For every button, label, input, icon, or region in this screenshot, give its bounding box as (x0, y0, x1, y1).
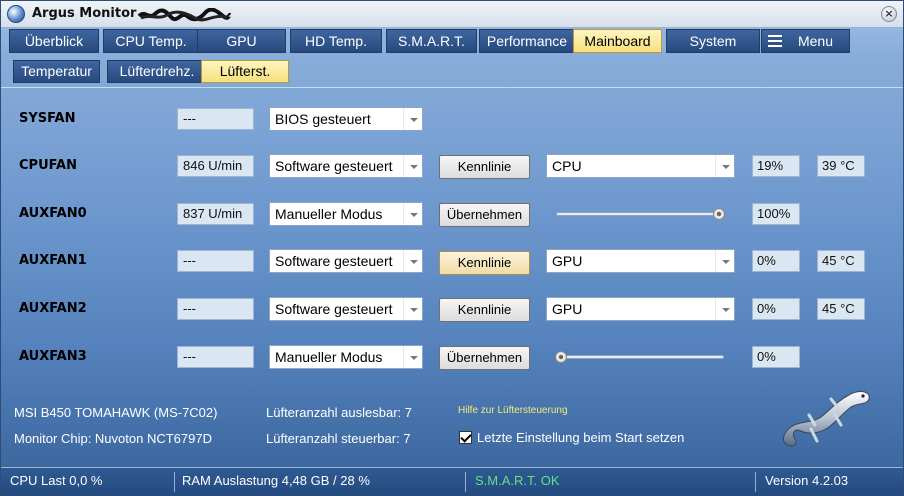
rpm-readout-sysfan: --- (177, 108, 254, 130)
status-divider (465, 472, 466, 492)
fan-label-sysfan: SYSFAN (19, 111, 76, 126)
fan-label-cpufan: CPUFAN (19, 158, 77, 173)
mode-select-sysfan[interactable]: BIOS gesteuert (269, 107, 423, 131)
status-smart-ok: S.M.A.R.T. OK (475, 473, 560, 488)
mode-value-auxfan1: Software gesteuert (275, 253, 393, 269)
tab-mainboard[interactable]: Mainboard (573, 29, 662, 53)
slider-thumb[interactable] (555, 351, 567, 363)
percent-readout-auxfan0: 100% (752, 203, 800, 225)
manual-slider-auxfan0[interactable] (554, 202, 726, 226)
status-divider (755, 472, 756, 492)
close-window-button[interactable]: × (881, 6, 897, 22)
mode-select-cpufan[interactable]: Software gesteuert (269, 154, 423, 178)
chevron-down-icon (715, 250, 734, 272)
fan-control-help-link[interactable]: Hilfe zur Lüftersteuerung (458, 405, 568, 416)
source-value-cpufan: CPU (552, 158, 582, 174)
chevron-down-icon (403, 108, 422, 130)
percent-readout-auxfan2: 0% (752, 298, 800, 320)
percent-readout-auxfan3: 0% (752, 346, 800, 368)
manual-slider-auxfan3[interactable] (554, 345, 726, 369)
tab-gpu[interactable]: GPU (197, 29, 286, 53)
source-select-cpufan[interactable]: CPU (546, 154, 735, 178)
fan-label-auxfan2: AUXFAN2 (19, 301, 87, 316)
fans-readable-count: Lüfteranzahl auslesbar: 7 (266, 405, 412, 420)
mode-select-auxfan1[interactable]: Software gesteuert (269, 249, 423, 273)
curve-button-cpufan[interactable]: Kennlinie (439, 155, 530, 179)
rpm-readout-auxfan0: 837 U/min (177, 203, 254, 225)
subtab-temperatur[interactable]: Temperatur (13, 60, 100, 83)
mode-value-auxfan2: Software gesteuert (275, 301, 393, 317)
title-bar: Argus Monitor - × (1, 1, 903, 28)
status-version: Version 4.2.03 (765, 473, 849, 488)
slider-track (556, 212, 724, 216)
source-select-auxfan2[interactable]: GPU (546, 297, 735, 321)
apply-button-auxfan3[interactable]: Übernehmen (439, 346, 530, 370)
curve-button-auxfan2[interactable]: Kennlinie (439, 298, 530, 322)
percent-readout-auxfan1: 0% (752, 250, 800, 272)
slider-track (556, 355, 724, 359)
redacted-scribble (137, 8, 231, 22)
argus-monitor-window: Argus Monitor - × Überblick CPU Temp. GP… (0, 0, 904, 496)
subtab-luefterdrehz[interactable]: Lüfterdrehz. (107, 60, 207, 83)
lizard-logo-icon (782, 391, 870, 447)
percent-readout-cpufan: 19% (752, 155, 800, 177)
chevron-down-icon (403, 155, 422, 177)
tab-system[interactable]: System (666, 29, 760, 53)
mode-value-cpufan: Software gesteuert (275, 158, 393, 174)
restore-on-start-checkbox[interactable] (459, 431, 472, 444)
slider-thumb[interactable] (713, 208, 725, 220)
temp-readout-auxfan1: 45 °C (817, 250, 865, 272)
divider (1, 87, 903, 88)
tab-hd-temp[interactable]: HD Temp. (290, 29, 382, 53)
tab-menu[interactable]: Menu (761, 29, 850, 53)
rpm-readout-auxfan1: --- (177, 250, 254, 272)
tab-menu-label: Menu (797, 33, 834, 49)
mode-value-auxfan3: Manueller Modus (275, 349, 383, 365)
rpm-readout-cpufan: 846 U/min (177, 155, 254, 177)
source-value-auxfan1: GPU (552, 253, 583, 269)
rpm-readout-auxfan3: --- (177, 346, 254, 368)
fan-label-auxfan3: AUXFAN3 (19, 349, 87, 364)
restore-on-start-label[interactable]: Letzte Einstellung beim Start setzen (477, 430, 684, 445)
chevron-down-icon (403, 203, 422, 225)
subtab-luefterst[interactable]: Lüfterst. (201, 60, 289, 83)
temp-readout-cpufan: 39 °C (817, 155, 865, 177)
tab-ueberblick[interactable]: Überblick (9, 29, 99, 53)
app-title: Argus Monitor - (32, 6, 147, 21)
chevron-down-icon (403, 346, 422, 368)
source-value-auxfan2: GPU (552, 301, 583, 317)
mode-value-auxfan0: Manueller Modus (275, 206, 383, 222)
mode-value-sysfan: BIOS gesteuert (275, 111, 371, 127)
tab-cpu-temp[interactable]: CPU Temp. (103, 29, 199, 53)
chevron-down-icon (403, 250, 422, 272)
monitor-chip: Monitor Chip: Nuvoton NCT6797D (14, 431, 212, 446)
fan-label-auxfan1: AUXFAN1 (19, 253, 87, 268)
board-name: MSI B450 TOMAHAWK (MS-7C02) (14, 405, 218, 420)
curve-button-auxfan1[interactable]: Kennlinie (439, 251, 530, 275)
status-bar: CPU Last 0,0 % RAM Auslastung 4,48 GB / … (1, 467, 903, 495)
fan-label-auxfan0: AUXFAN0 (19, 206, 87, 221)
mode-select-auxfan3[interactable]: Manueller Modus (269, 345, 423, 369)
hamburger-icon (768, 35, 782, 47)
app-globe-icon (7, 5, 25, 23)
status-ram-usage: RAM Auslastung 4,48 GB / 28 % (182, 473, 370, 488)
source-select-auxfan1[interactable]: GPU (546, 249, 735, 273)
rpm-readout-auxfan2: --- (177, 298, 254, 320)
mode-select-auxfan2[interactable]: Software gesteuert (269, 297, 423, 321)
chevron-down-icon (403, 298, 422, 320)
apply-button-auxfan0[interactable]: Übernehmen (439, 203, 530, 227)
chevron-down-icon (715, 298, 734, 320)
status-divider (174, 472, 175, 492)
chevron-down-icon (715, 155, 734, 177)
tab-smart[interactable]: S.M.A.R.T. (386, 29, 477, 53)
fans-controllable-count: Lüfteranzahl steuerbar: 7 (266, 431, 411, 446)
tab-performance[interactable]: Performance (479, 29, 575, 53)
status-cpu-load: CPU Last 0,0 % (10, 473, 103, 488)
mode-select-auxfan0[interactable]: Manueller Modus (269, 202, 423, 226)
temp-readout-auxfan2: 45 °C (817, 298, 865, 320)
